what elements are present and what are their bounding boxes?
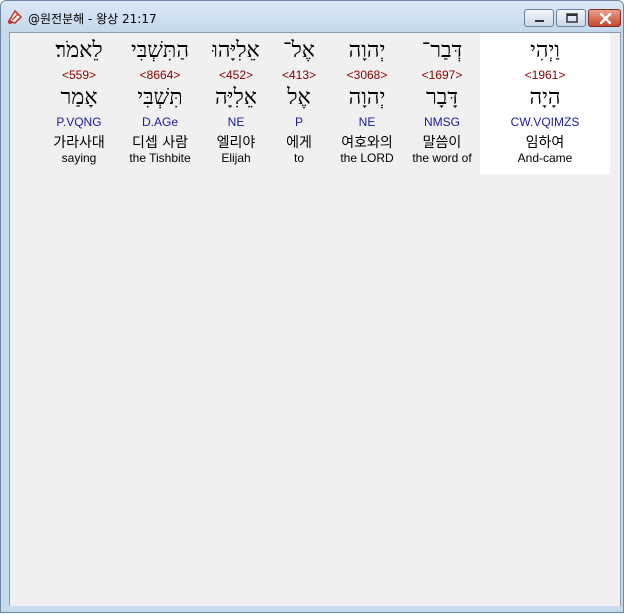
app-logo-icon: [6, 8, 24, 26]
english-gloss: the LORD: [340, 151, 394, 165]
hebrew-lemma: אָמַר: [60, 85, 98, 110]
word-column-7[interactable]: לֵאמֹר׃ <559> אָמַר P.VQNG 가라사대 saying: [44, 33, 114, 174]
english-gloss: saying: [61, 151, 97, 165]
morphology-code: NMSG: [424, 115, 460, 129]
close-button[interactable]: [588, 9, 621, 27]
korean-gloss: 디셉 사람: [132, 135, 188, 151]
hebrew-word: דְּבַר־: [421, 38, 463, 63]
morphology-code: CW.VQIMZS: [510, 115, 580, 129]
hebrew-lemma: יְהוָה: [348, 85, 386, 110]
korean-gloss: 말씀이: [422, 135, 462, 151]
hebrew-word: לֵאמֹר׃: [55, 38, 103, 63]
korean-gloss: 가라사대: [53, 135, 105, 151]
korean-gloss: 여호와의: [341, 135, 393, 151]
strong-number: <413>: [281, 68, 317, 82]
minimize-button[interactable]: [524, 9, 554, 27]
english-gloss: And-came: [517, 151, 573, 165]
window-bottom-border: [1, 606, 623, 612]
korean-gloss: 에게: [286, 135, 312, 151]
hebrew-lemma: תִּשְׁבִּי: [137, 85, 183, 110]
strong-number: <3068>: [346, 68, 388, 82]
english-gloss: Elijah: [221, 151, 251, 165]
strong-number: <8664>: [139, 68, 181, 82]
korean-gloss: 엘리야: [216, 135, 256, 151]
english-gloss: to: [293, 151, 304, 165]
morphology-code: D.AGe: [141, 115, 178, 129]
morphology-code: P.VQNG: [56, 115, 102, 129]
word-column-3[interactable]: יְהוָה <3068> יְהוָה NE 여호와의 the LORD: [332, 33, 402, 174]
hebrew-word: הַתִּשְׁבִּי: [130, 38, 190, 63]
title-bar[interactable]: @원전분해 - 왕상 21:17: [1, 1, 623, 33]
morphology-code: NE: [227, 115, 245, 129]
hebrew-lemma: אֶל: [287, 85, 311, 110]
word-column-6[interactable]: הַתִּשְׁבִּי <8664> תִּשְׁבִּי D.AGe 디셉 …: [124, 33, 196, 174]
korean-gloss: 임하여: [525, 135, 565, 151]
strong-number: <1961>: [524, 68, 566, 82]
window-title: @원전분해 - 왕상 21:17: [28, 12, 157, 26]
morphology-code: NE: [358, 115, 376, 129]
hebrew-word: יְהוָה: [348, 38, 386, 63]
hebrew-lemma: אֵלִיָּה: [215, 85, 257, 110]
morphology-code: P: [294, 115, 303, 129]
app-window: @원전분해 - 왕상 21:17 וַיְהִי <1961> הָיָה CW…: [0, 0, 624, 613]
maximize-button[interactable]: [556, 9, 586, 27]
strong-number: <1697>: [421, 68, 463, 82]
hebrew-lemma: הָיָה: [529, 85, 561, 110]
word-column-5[interactable]: אֵלִיָּהוּ <452> אֵלִיָּה NE 엘리야 Elijah: [206, 33, 266, 174]
hebrew-word: אֶל־: [283, 38, 315, 63]
hebrew-word: אֵלִיָּהוּ: [212, 38, 260, 63]
hebrew-lemma: דָּבָר: [426, 85, 458, 110]
word-column-2[interactable]: דְּבַר־ <1697> דָּבָר NMSG 말씀이 the word …: [405, 33, 479, 174]
word-column-4[interactable]: אֶל־ <413> אֶל P 에게 to: [276, 33, 322, 174]
english-gloss: the Tishbite: [129, 151, 191, 165]
word-column-1[interactable]: וַיְהִי <1961> הָיָה CW.VQIMZS 임하여 And-c…: [480, 33, 610, 174]
english-gloss: the word of: [412, 151, 472, 165]
hebrew-word: וַיְהִי: [530, 38, 560, 63]
verse-analysis-panel: וַיְהִי <1961> הָיָה CW.VQIMZS 임하여 And-c…: [9, 32, 621, 608]
strong-number: <559>: [61, 68, 97, 82]
strong-number: <452>: [218, 68, 254, 82]
